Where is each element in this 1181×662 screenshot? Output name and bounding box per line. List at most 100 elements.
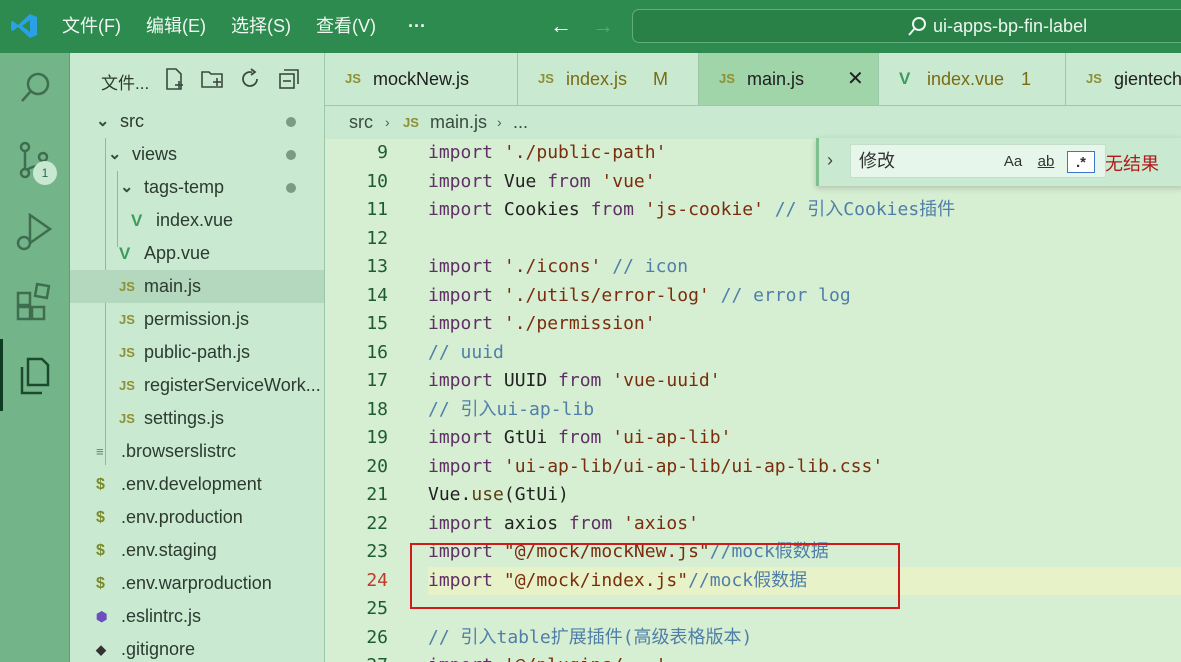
code-line: 19 import GtUi from 'ui-ap-lib' — [325, 424, 1181, 453]
use-regex-icon[interactable]: .* — [1067, 151, 1095, 173]
search-view-icon[interactable] — [12, 65, 58, 111]
tab-gientech[interactable]: JS gientech — [1066, 53, 1181, 105]
tab-label: main.js — [747, 69, 805, 89]
env-file-icon: $ — [96, 476, 105, 493]
env-file-icon: $ — [96, 509, 105, 526]
tree-item-label: index.vue — [156, 210, 234, 230]
code-token: 'ui-ap-lib/ui-ap-lib/ui-ap-lib.css' — [503, 455, 884, 477]
match-case-icon[interactable]: Aa — [1001, 151, 1025, 173]
code-token: Vue. — [428, 484, 472, 505]
code-line: 17 import UUID from 'vue-uuid' — [325, 367, 1181, 396]
workspace-name: ui-apps-bp-fin-label — [933, 16, 1088, 36]
tree-item-label: .browserslistrc — [121, 441, 237, 461]
collapse-all-icon[interactable] — [277, 67, 301, 91]
command-center-search[interactable]: ui-apps-bp-fin-label — [632, 9, 1181, 43]
tree-item-label: src — [120, 111, 144, 131]
match-whole-word-icon[interactable]: ab — [1033, 151, 1059, 173]
code-line: 22 import axios from 'axios' — [325, 510, 1181, 539]
tree-item[interactable]: JS registerServiceWork... — [70, 369, 324, 402]
new-file-icon[interactable] — [162, 67, 186, 91]
tree-item[interactable]: $ .env.warproduction — [70, 567, 324, 600]
line-number: 14 — [366, 284, 388, 306]
extensions-icon[interactable] — [12, 279, 58, 325]
tree-item[interactable]: JS permission.js — [70, 303, 324, 336]
tree-item[interactable]: ⌄ src — [70, 105, 324, 138]
js-file-icon: JS — [538, 71, 554, 86]
code-token: // uuid — [428, 341, 504, 363]
tab-mocknew-js[interactable]: JS mockNew.js — [325, 53, 518, 105]
tree-item[interactable]: $ .env.production — [70, 501, 324, 534]
explorer-title: 文件... — [101, 74, 150, 93]
code-token: import — [428, 170, 504, 192]
back-arrow-icon[interactable]: ← — [550, 12, 572, 40]
tree-item[interactable]: V App.vue — [70, 237, 324, 270]
close-icon[interactable]: ✕ — [847, 53, 864, 105]
menu-file[interactable]: 文件(F) — [62, 0, 121, 53]
code-line: 16 // uuid — [325, 339, 1181, 368]
toggle-replace-chevron-icon[interactable]: › — [827, 150, 833, 171]
code-token: from — [547, 170, 602, 192]
code-token: GtUi — [503, 427, 559, 448]
env-file-icon: $ — [96, 575, 105, 592]
vue-file-icon: V — [899, 69, 911, 88]
explorer-icon[interactable] — [12, 353, 58, 399]
tab-index-js[interactable]: JS index.js M — [518, 53, 699, 105]
search-icon — [908, 17, 926, 36]
tab-label: mockNew.js — [373, 69, 470, 89]
find-input-text: 修改 — [859, 151, 895, 171]
tree-item-label: public-path.js — [144, 342, 251, 362]
tree-item[interactable]: JS main.js — [70, 270, 324, 303]
find-input[interactable]: 修改 Aa ab .* — [850, 144, 1106, 178]
code-token: 'ui-ap-lib' — [612, 427, 732, 448]
code-token: 'vue' — [601, 170, 656, 192]
code-text: import '@/plugins/...' — [428, 652, 666, 662]
tree-item[interactable]: ◆ .gitignore — [70, 633, 324, 662]
breadcrumb: src › JS main.js › ... — [325, 106, 1181, 139]
tree-item[interactable]: JS settings.js — [70, 402, 324, 435]
chevron-down-icon: ⌄ — [120, 179, 134, 196]
tab-main-js[interactable]: JS main.js ✕ — [699, 53, 879, 105]
line-number: 23 — [366, 541, 388, 562]
new-folder-icon[interactable] — [200, 67, 224, 91]
code-token: // 引入ui-ap-lib — [428, 398, 595, 420]
vue-file-icon: V — [119, 244, 131, 263]
tree-item[interactable]: ⌄ views — [70, 138, 324, 171]
menu-view[interactable]: 查看(V) — [316, 0, 376, 53]
code-token: // 引入table扩展插件(高级表格版本) — [428, 626, 753, 648]
js-file-icon: JS — [403, 115, 419, 130]
breadcrumb-symbols[interactable]: ... — [513, 106, 528, 139]
code-token: (GtUi) — [503, 484, 569, 505]
tree-item[interactable]: ⌄ tags-temp — [70, 171, 324, 204]
code-line: 15 import './permission' — [325, 310, 1181, 339]
chevron-right-icon: › — [385, 114, 390, 130]
tab-index-vue[interactable]: Vindex.vue 1 — [879, 53, 1066, 105]
forward-arrow-icon[interactable]: → — [592, 12, 614, 40]
tree-item[interactable]: ≡ .browserslistrc — [70, 435, 324, 468]
breadcrumb-file[interactable]: main.js — [430, 106, 487, 139]
code-text: import Vue from 'vue' — [428, 168, 656, 197]
code-text: import './utils/error-log' // error log — [428, 282, 851, 311]
menu-more[interactable]: ··· — [408, 0, 426, 53]
code-text: import './icons' // icon — [428, 253, 688, 282]
vue-file-icon: V — [131, 211, 143, 230]
code-token: // 引入Cookies插件 — [774, 199, 956, 220]
tree-item[interactable]: ⬢ .eslintrc.js — [70, 600, 324, 633]
run-debug-icon[interactable] — [12, 209, 58, 255]
tree-item-label: .eslintrc.js — [121, 606, 202, 626]
breadcrumb-folder[interactable]: src — [349, 106, 373, 139]
tree-item-label: tags-temp — [144, 177, 225, 197]
tree-item[interactable]: $ .env.staging — [70, 534, 324, 567]
line-number: 16 — [366, 341, 388, 363]
tree-item[interactable]: JS public-path.js — [70, 336, 324, 369]
tree-item[interactable]: Vindex.vue — [70, 204, 324, 237]
code-text: import axios from 'axios' — [428, 510, 699, 539]
line-number: 20 — [366, 455, 388, 477]
modified-dot — [286, 150, 296, 160]
line-number: 25 — [366, 598, 388, 619]
line-number: 26 — [366, 626, 388, 648]
code-token: from — [558, 370, 613, 391]
tree-item[interactable]: $ .env.development — [70, 468, 324, 501]
menu-edit[interactable]: 编辑(E) — [146, 0, 206, 53]
menu-selection[interactable]: 选择(S) — [231, 0, 291, 53]
refresh-icon[interactable] — [238, 67, 262, 91]
